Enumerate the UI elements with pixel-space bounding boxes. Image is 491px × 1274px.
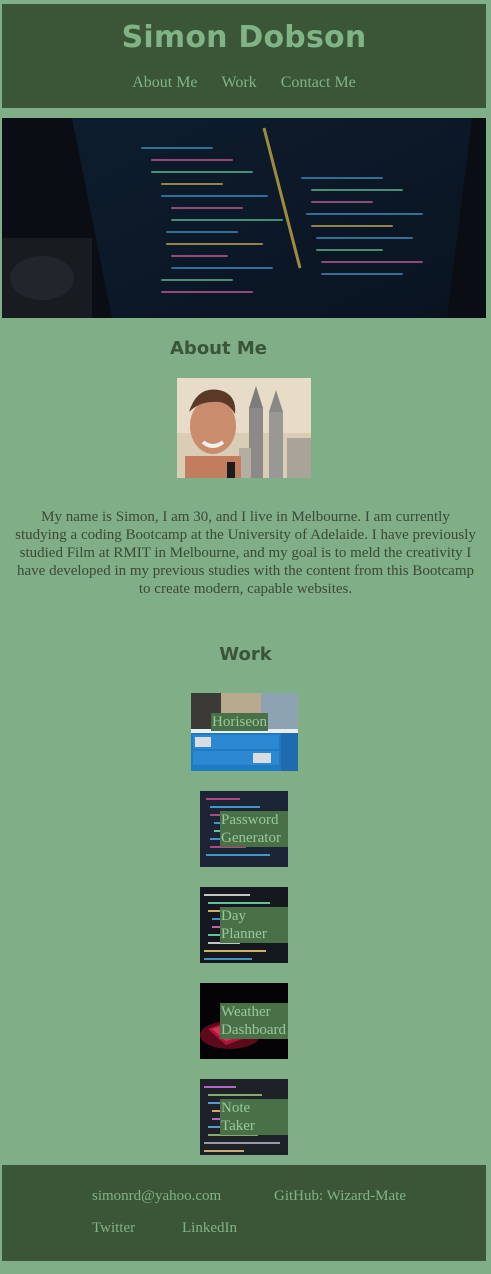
project-label-horiseon[interactable]: Horiseon — [211, 713, 268, 731]
hero-code-image — [2, 118, 486, 318]
project-label-note-taker[interactable]: Note Taker — [220, 1099, 288, 1135]
nav-link-about[interactable]: About Me — [132, 74, 197, 91]
project-card-password-generator[interactable]: Password Generator — [200, 791, 288, 867]
portfolio-page: Simon Dobson About Me Work Contact Me Ab… — [0, 0, 491, 1274]
project-label-password-generator[interactable]: Password Generator — [220, 811, 288, 847]
project-thumbnail-horiseon — [191, 693, 298, 771]
hero-code-illustration — [2, 118, 486, 318]
about-bio: My name is Simon, I am 30, and I live in… — [15, 509, 476, 597]
project-card-day-planner[interactable]: Day Planner — [200, 887, 288, 963]
nav-link-contact[interactable]: Contact Me — [281, 74, 356, 91]
project-card-weather-dashboard[interactable]: Weather Dashboard — [200, 983, 288, 1059]
footer-linkedin-link[interactable]: LinkedIn — [182, 1220, 237, 1237]
footer-twitter-link[interactable]: Twitter — [92, 1220, 135, 1237]
site-header: Simon Dobson About Me Work Contact Me — [2, 4, 486, 108]
footer-github-link[interactable]: GitHub: Wizard-Mate — [274, 1188, 406, 1205]
project-label-day-planner[interactable]: Day Planner — [220, 907, 288, 943]
site-title: Simon Dobson — [121, 20, 367, 55]
nav-link-work[interactable]: Work — [222, 74, 257, 91]
work-heading: Work — [219, 644, 272, 665]
site-footer: simonrd@yahoo.com GitHub: Wizard-Mate Tw… — [2, 1165, 486, 1261]
project-label-weather-dashboard[interactable]: Weather Dashboard — [220, 1003, 288, 1039]
profile-photo-illustration — [177, 378, 311, 478]
project-card-note-taker[interactable]: Note Taker — [200, 1079, 288, 1155]
project-card-horiseon[interactable]: Horiseon — [191, 693, 298, 771]
main-nav: About Me Work Contact Me — [2, 74, 486, 92]
about-heading: About Me — [170, 338, 267, 359]
footer-email-link[interactable]: simonrd@yahoo.com — [92, 1188, 221, 1205]
profile-photo — [177, 378, 311, 478]
